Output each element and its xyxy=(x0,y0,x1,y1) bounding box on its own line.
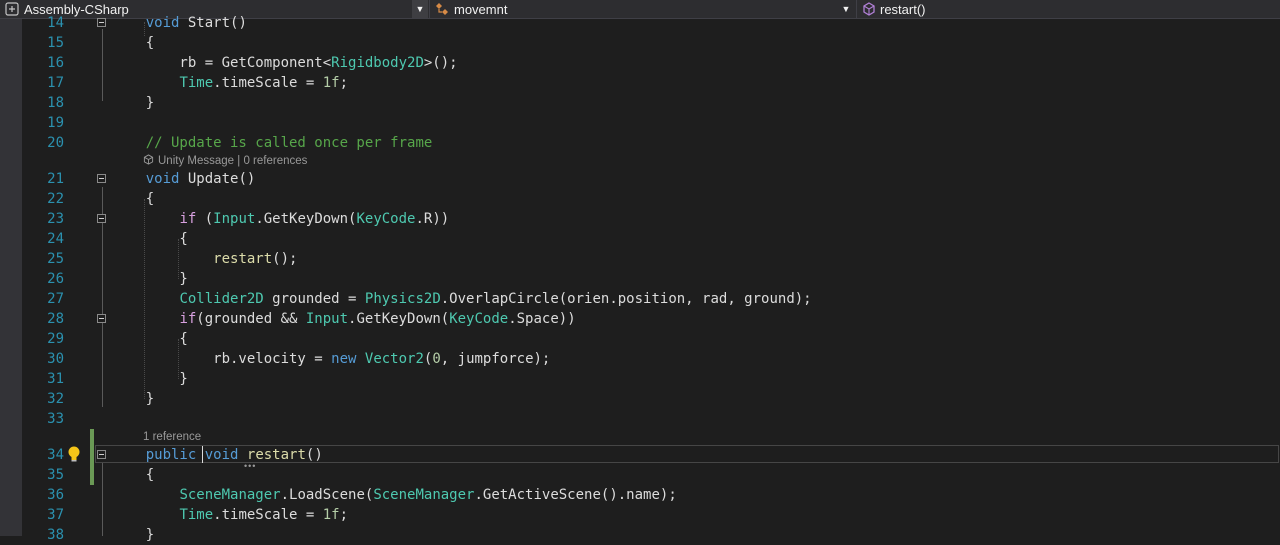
collapse-toggle-icon[interactable] xyxy=(97,174,106,183)
codelens-references[interactable]: 0 references xyxy=(243,155,307,167)
line-number: 30 xyxy=(47,351,64,367)
codelens-restart[interactable]: 1 reference xyxy=(143,430,201,444)
collapse-toggle-icon[interactable] xyxy=(97,314,106,323)
change-tracking-bar xyxy=(90,429,94,485)
codelens-references[interactable]: 1 reference xyxy=(143,431,201,443)
line-number: 29 xyxy=(47,331,64,347)
project-dropdown-arrow[interactable]: ▼ xyxy=(412,0,428,18)
line-number: 17 xyxy=(47,75,64,91)
code-line[interactable]: public void restart() xyxy=(112,445,323,465)
code-line[interactable]: rb = GetComponent<Rigidbody2D>(); xyxy=(112,53,457,73)
line-number: 18 xyxy=(47,95,64,111)
codelens-update[interactable]: Unity Message | 0 references xyxy=(143,154,307,168)
line-number: 32 xyxy=(47,391,64,407)
member-name: restart() xyxy=(880,1,926,17)
suggestion-dots: ••• xyxy=(244,461,257,471)
class-dropdown-arrow[interactable]: ▼ xyxy=(838,0,854,18)
code-line[interactable]: } xyxy=(112,93,154,113)
line-number: 25 xyxy=(47,251,64,267)
fold-guide xyxy=(102,29,103,101)
code-line[interactable]: Time.timeScale = 1f; xyxy=(112,505,348,525)
line-number: 35 xyxy=(47,467,64,483)
code-line[interactable]: { xyxy=(112,465,154,485)
code-line[interactable]: Time.timeScale = 1f; xyxy=(112,73,348,93)
code-line[interactable]: } xyxy=(112,369,187,389)
lightbulb-icon[interactable] xyxy=(66,445,82,463)
navbar-divider xyxy=(856,0,857,18)
line-number: 14 xyxy=(47,15,64,31)
class-dropdown[interactable]: movemnt xyxy=(434,0,834,18)
code-line[interactable]: void Start() xyxy=(112,13,247,33)
collapse-toggle-icon[interactable] xyxy=(97,450,106,459)
line-number: 28 xyxy=(47,311,64,327)
collapse-toggle-icon[interactable] xyxy=(97,214,106,223)
class-icon xyxy=(434,2,450,16)
navbar-divider xyxy=(429,0,430,18)
line-number: 16 xyxy=(47,55,64,71)
code-line[interactable]: restart(); xyxy=(112,249,297,269)
method-icon xyxy=(862,2,876,16)
line-number: 38 xyxy=(47,527,64,543)
code-line[interactable]: rb.velocity = new Vector2(0, jumpforce); xyxy=(112,349,550,369)
line-number: 33 xyxy=(47,411,64,427)
line-number: 23 xyxy=(47,211,64,227)
line-number: 31 xyxy=(47,371,64,387)
code-editor[interactable]: 14 void Start() 15 {16 rb = GetComponent<… xyxy=(0,15,1280,543)
line-number: 19 xyxy=(47,115,64,131)
text-caret xyxy=(202,446,203,463)
csharp-project-icon xyxy=(4,1,20,17)
class-name: movemnt xyxy=(454,1,508,17)
line-number: 27 xyxy=(47,291,64,307)
line-number: 36 xyxy=(47,487,64,503)
code-line[interactable]: void Update() xyxy=(112,169,256,189)
code-line[interactable]: } xyxy=(112,269,187,289)
code-line[interactable]: Collider2D grounded = Physics2D.OverlapC… xyxy=(112,289,811,309)
code-line[interactable]: if(grounded && Input.GetKeyDown(KeyCode.… xyxy=(112,309,575,329)
codelens-unity-message[interactable]: Unity Message xyxy=(158,155,234,167)
line-number: 21 xyxy=(47,171,64,187)
code-line[interactable]: { xyxy=(112,329,187,349)
line-number: 22 xyxy=(47,191,64,207)
code-line[interactable]: { xyxy=(112,229,187,249)
line-number: 15 xyxy=(47,35,64,51)
code-line[interactable]: if (Input.GetKeyDown(KeyCode.R)) xyxy=(112,209,449,229)
line-number: 20 xyxy=(47,135,64,151)
code-line[interactable]: } xyxy=(112,525,154,545)
line-number: 34 xyxy=(47,447,64,463)
code-line[interactable]: } xyxy=(112,389,154,409)
line-number: 37 xyxy=(47,507,64,523)
code-line[interactable]: { xyxy=(112,189,154,209)
code-line[interactable]: // Update is called once per frame xyxy=(112,133,433,153)
glyph-margin xyxy=(0,19,22,536)
collapse-toggle-icon[interactable] xyxy=(97,18,106,27)
code-line[interactable]: SceneManager.LoadScene(SceneManager.GetA… xyxy=(112,485,676,505)
line-number: 26 xyxy=(47,271,64,287)
unity-icon xyxy=(143,154,158,167)
member-dropdown[interactable]: restart() xyxy=(862,0,1262,18)
code-line[interactable]: { xyxy=(112,33,154,53)
fold-guide xyxy=(102,463,103,536)
line-number: 24 xyxy=(47,231,64,247)
